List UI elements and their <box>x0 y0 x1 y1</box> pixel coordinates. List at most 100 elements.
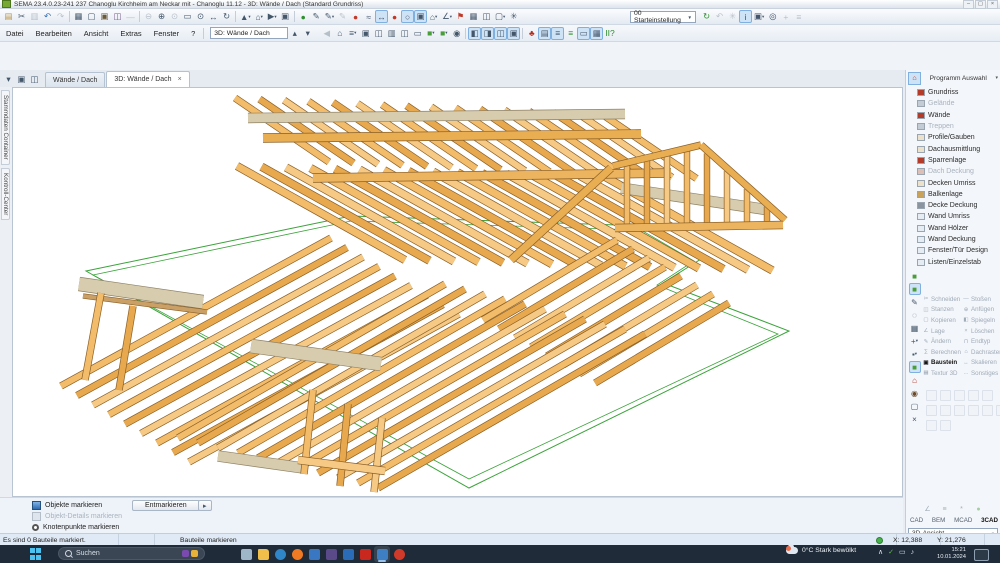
rotate-icon[interactable]: ↻ <box>220 10 233 23</box>
erase-icon[interactable]: ◌ <box>909 309 921 321</box>
taskbar-acrobat-icon[interactable] <box>357 546 373 562</box>
program-item-wand-hölzer[interactable]: Wand Hölzer <box>906 223 1000 234</box>
start-button[interactable] <box>30 548 42 560</box>
program-item-listen-einzelstab[interactable]: Listen/Einzelstab <box>906 256 1000 267</box>
roof-icon[interactable]: ⌂ <box>908 72 921 85</box>
page-split-icon[interactable]: ◫ <box>480 10 493 23</box>
taskbar-firefox-icon[interactable] <box>289 546 305 562</box>
zoom-in-icon[interactable]: ⊕ <box>155 10 168 23</box>
program-item-sparrenlage[interactable]: Sparrenlage <box>906 155 1000 166</box>
preview-icon[interactable]: ▭ <box>411 27 424 40</box>
cube-a-icon[interactable]: ■▾ <box>424 27 437 40</box>
program-item-dachausmittlung[interactable]: Dachausmittlung <box>906 143 1000 154</box>
program-item-gelände[interactable]: Gelände <box>906 98 1000 109</box>
camera-icon[interactable]: ◉ <box>450 27 463 40</box>
close-panel-icon[interactable]: × <box>909 413 921 425</box>
mark-objects-label[interactable]: Objekte markieren <box>45 502 102 509</box>
flag-icon[interactable]: ⚑ <box>454 10 467 23</box>
tile-1-icon[interactable]: ◧ <box>468 27 481 40</box>
home-plan-icon[interactable]: ⌂ <box>333 27 346 40</box>
panel-grid-button[interactable] <box>996 405 1000 416</box>
tool-kopieren[interactable]: ▢Kopieren <box>923 315 963 326</box>
pan-icon[interactable]: ↔ <box>207 10 220 23</box>
display-opt-icon[interactable]: ▣▾ <box>752 10 766 23</box>
taskbar-sema-icon[interactable] <box>374 546 390 562</box>
taskbar-mail-icon[interactable] <box>340 546 356 562</box>
program-item-wand-deckung[interactable]: Wand Deckung <box>906 234 1000 245</box>
taskbar-file-explorer-icon[interactable] <box>255 546 271 562</box>
panel-grid-button[interactable] <box>940 420 951 431</box>
tab-3d-waende-dach[interactable]: 3D: Wände / Dach × <box>106 71 189 87</box>
minimize-button[interactable]: – <box>963 0 974 9</box>
select-options-button[interactable]: ▸ <box>198 500 212 511</box>
panel-grid-button[interactable] <box>926 420 937 431</box>
maximize-button[interactable]: ▢ <box>975 0 986 9</box>
angle-mode-icon[interactable]: ∠▾ <box>440 10 454 23</box>
machine-icon[interactable]: ≡ <box>792 10 805 23</box>
notification-icon[interactable] <box>974 549 989 561</box>
menu-datei[interactable]: Datei <box>0 27 30 40</box>
cut-icon[interactable]: ✂ <box>15 10 28 23</box>
program-panel-header[interactable]: ⌂ Programm Auswahl ▾ <box>906 71 1000 85</box>
pages-icon[interactable]: ▥ <box>385 27 398 40</box>
3d-viewport[interactable] <box>12 87 903 497</box>
mark-objects-icon[interactable] <box>32 501 41 510</box>
chevron-down-icon[interactable]: ▾ <box>995 75 1000 81</box>
tool-ändern[interactable]: ✎Ändern <box>923 336 963 347</box>
menu-fenster[interactable]: Fenster <box>148 27 185 40</box>
panel-grid-button[interactable] <box>968 405 979 416</box>
split-window-icon[interactable]: ◫ <box>398 27 411 40</box>
view-dir-icon[interactable]: ▶▾ <box>266 10 279 23</box>
panel-grid-button[interactable] <box>982 390 993 401</box>
taskbar-task-view-icon[interactable] <box>238 546 254 562</box>
taskbar-edge-icon[interactable] <box>272 546 288 562</box>
tool-spiegeln[interactable]: ◧Spiegeln <box>963 315 1000 326</box>
dimension-icon[interactable]: ↔ <box>375 10 388 23</box>
tool-skalieren[interactable]: ↔Skalieren <box>963 358 1000 369</box>
program-item-balkenlage[interactable]: Balkenlage <box>906 189 1000 200</box>
pencil-2-icon[interactable]: ✎ <box>336 10 349 23</box>
view-home-icon[interactable]: ⌂▾ <box>253 10 266 23</box>
axis-icon[interactable]: ▲▾ <box>238 10 253 23</box>
tile-2-icon[interactable]: ◨ <box>481 27 494 40</box>
cad-list-icon[interactable]: ≡ <box>939 504 950 514</box>
draw-icon[interactable]: ✎ <box>909 296 921 308</box>
menu-extras[interactable]: Extras <box>114 27 147 40</box>
sidebar-tab-kontrollcenter[interactable]: Kontroll-Center <box>1 168 10 220</box>
tab-waende-dach[interactable]: Wände / Dach <box>45 72 105 87</box>
close-button[interactable]: × <box>987 0 998 9</box>
split-view-icon[interactable]: ◫ <box>28 73 41 86</box>
tile-3-icon[interactable]: ◫ <box>494 27 507 40</box>
layer-list-icon[interactable]: ≡▾ <box>346 27 359 40</box>
undo-view-icon[interactable]: ↶ <box>713 10 726 23</box>
panel-tab-mcad[interactable]: MCAD <box>952 516 974 525</box>
program-item-treppen[interactable]: Treppen <box>906 121 1000 132</box>
doc-stamp-icon[interactable]: ▣ <box>98 10 111 23</box>
view-combobox[interactable]: 3D: Wände / Dach <box>210 27 288 39</box>
export-list-icon[interactable]: ≡ <box>564 27 577 40</box>
taskbar-clock[interactable]: 15:21 10.01.2024 <box>930 547 966 561</box>
mark-nodes-icon[interactable] <box>32 524 39 531</box>
parts-list-icon[interactable]: ≡ <box>551 27 564 40</box>
refresh-icon[interactable]: ↻ <box>700 10 713 23</box>
zoom-window-icon[interactable]: ▭ <box>181 10 194 23</box>
preset-combobox[interactable]: 00 Starteinstellung ▼ <box>630 11 696 23</box>
page-opt-icon[interactable]: ▢▾ <box>493 10 507 23</box>
marker-red-icon[interactable]: ● <box>349 10 362 23</box>
panel-grid-button[interactable] <box>940 390 951 401</box>
zoom-out-icon[interactable]: ⊖ <box>142 10 155 23</box>
grid-2-icon[interactable]: ▦ <box>590 27 603 40</box>
sheet-icon[interactable]: ▢ <box>909 400 921 412</box>
cad-angle-icon[interactable]: ∠ <box>922 504 933 514</box>
menu-ansicht[interactable]: Ansicht <box>78 27 115 40</box>
info-icon[interactable]: i <box>739 10 752 23</box>
redo-icon[interactable]: ↷ <box>54 10 67 23</box>
view-up-icon[interactable]: ▴ <box>288 27 301 40</box>
tool-stanzen[interactable]: ◫Stanzen <box>923 305 963 316</box>
sidebar-tab-stammdaten[interactable]: Stammdaten Container <box>1 90 10 165</box>
panel-grid-button[interactable] <box>940 405 951 416</box>
taskbar-app-red-c-icon[interactable] <box>391 546 407 562</box>
tray-icon-0[interactable]: ∧ <box>878 548 883 556</box>
taskbar-media-app-icon[interactable] <box>323 546 339 562</box>
tool-berechnen[interactable]: ∑Berechnen <box>923 347 963 358</box>
